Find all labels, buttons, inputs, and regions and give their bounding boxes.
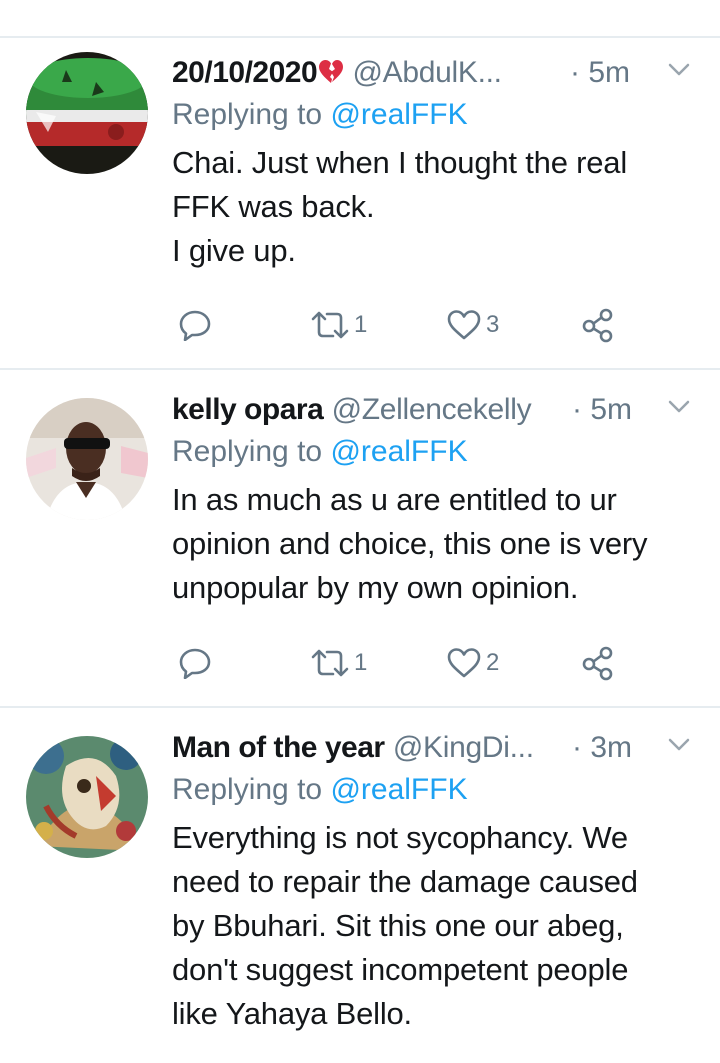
user-handle[interactable]: @AbdulK... — [353, 56, 503, 89]
tweet-header: kelly opara @Zellencekelly · 5m — [172, 390, 700, 430]
like-button[interactable]: 3 — [446, 305, 499, 345]
tweet-actions: 1 2 — [172, 643, 652, 683]
reply-icon — [179, 648, 211, 679]
replying-to: Replying to @realFFK — [172, 770, 700, 810]
share-button[interactable] — [580, 305, 616, 345]
timestamp[interactable]: · 5m — [570, 53, 630, 93]
display-name[interactable]: 20/10/2020 — [172, 56, 318, 89]
retweet-button[interactable]: 1 — [310, 305, 367, 345]
share-icon — [582, 308, 613, 343]
replying-label: Replying to — [172, 98, 323, 131]
like-count: 3 — [486, 311, 500, 338]
retweet-icon — [311, 311, 349, 339]
tweet-3[interactable]: Man of the year @KingDi... · 3m Replying… — [0, 708, 720, 1063]
like-button[interactable]: 2 — [446, 643, 499, 683]
display-name[interactable]: Man of the year — [172, 731, 385, 764]
avatar[interactable] — [26, 736, 148, 858]
user-handle[interactable]: @KingDi... — [393, 731, 534, 764]
avatar[interactable] — [26, 398, 148, 520]
reply-mention-link[interactable]: @realFFK — [330, 98, 467, 131]
reply-button[interactable] — [178, 643, 212, 683]
avatar[interactable] — [26, 52, 148, 174]
heart-icon — [447, 310, 481, 340]
tweet-text: Chai. Just when I thought the real FFK w… — [172, 145, 628, 268]
reply-button[interactable] — [178, 305, 212, 345]
tweet-header: Man of the year @KingDi... · 3m — [172, 728, 700, 768]
share-icon — [582, 646, 613, 681]
broken-heart-icon — [318, 55, 344, 83]
tweet-header: 20/10/2020 @AbdulK... · 5m — [172, 53, 700, 93]
user-handle[interactable]: @Zellencekelly — [332, 393, 532, 426]
display-name[interactable]: kelly opara — [172, 393, 324, 426]
retweet-button[interactable]: 1 — [310, 643, 367, 683]
timestamp[interactable]: · 3m — [572, 728, 632, 768]
replying-to: Replying to @realFFK — [172, 95, 700, 135]
replying-label: Replying to — [172, 773, 323, 806]
chevron-down-icon[interactable] — [668, 400, 690, 414]
tweet-actions: 1 3 — [172, 305, 652, 345]
heart-icon — [447, 648, 481, 678]
replying-to: Replying to @realFFK — [172, 432, 700, 472]
tweet-text: In as much as u are entitled to ur opini… — [172, 482, 648, 605]
timestamp[interactable]: · 5m — [572, 390, 632, 430]
retweet-count: 1 — [354, 649, 368, 676]
tweet-2[interactable]: kelly opara @Zellencekelly · 5m Replying… — [0, 370, 720, 708]
chevron-down-icon[interactable] — [668, 738, 690, 752]
tweet-1[interactable]: 20/10/2020 @AbdulK... · 5m Replying to @… — [0, 38, 720, 370]
like-count: 2 — [486, 649, 500, 676]
retweet-icon — [311, 649, 349, 677]
replying-label: Replying to — [172, 435, 323, 468]
share-button[interactable] — [580, 643, 616, 683]
reply-mention-link[interactable]: @realFFK — [330, 435, 467, 468]
reply-icon — [179, 310, 211, 341]
chevron-down-icon[interactable] — [668, 63, 690, 77]
reply-mention-link[interactable]: @realFFK — [330, 773, 467, 806]
retweet-count: 1 — [354, 311, 368, 338]
tweet-text: Everything is not sycophancy. We need to… — [172, 820, 638, 1031]
